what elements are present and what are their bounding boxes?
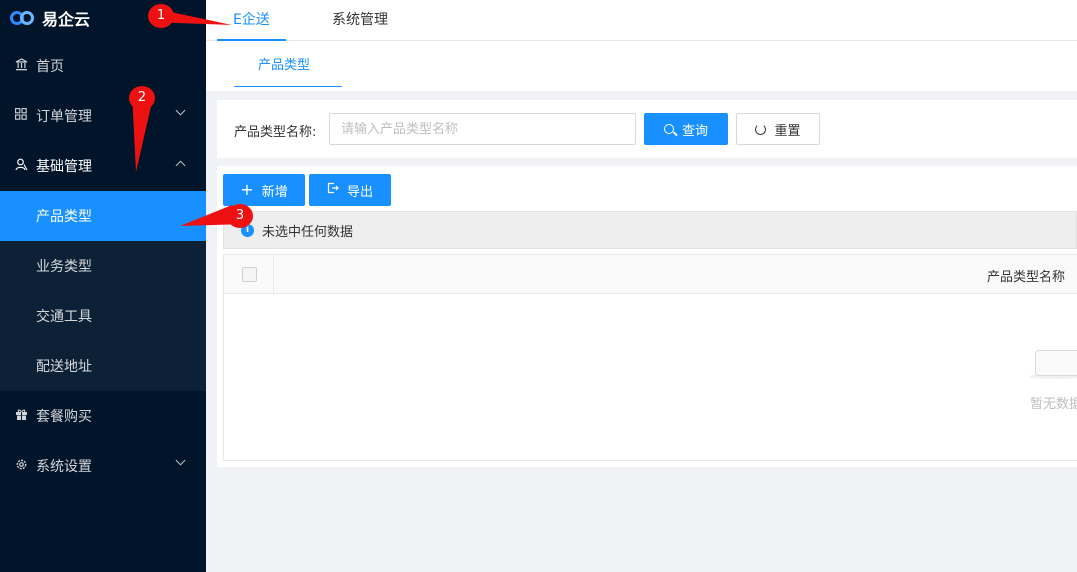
annotation-marker-2: 2: [129, 86, 155, 110]
annotation-arrows: [132, 8, 246, 226]
annotation-marker-1: 1: [148, 4, 174, 28]
annotation-marker-3: 3: [227, 204, 253, 228]
